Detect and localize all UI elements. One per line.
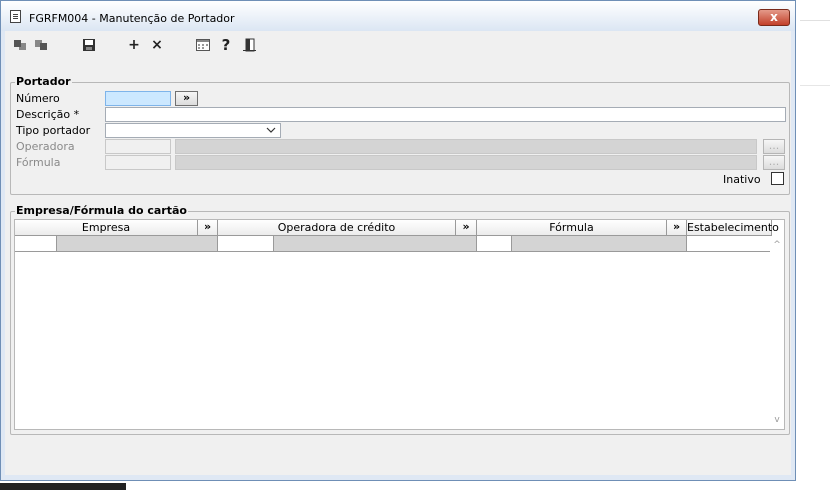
numero-label: Número [16, 92, 60, 105]
empresa-code-cell[interactable] [15, 236, 57, 252]
help-icon[interactable]: ? [218, 37, 234, 53]
first-record-icon[interactable] [12, 37, 28, 53]
close-button[interactable]: x [758, 9, 790, 26]
operadora-description-field [175, 139, 757, 154]
title-bar: FGRFM004 - Manutenção de Portador x [1, 1, 795, 31]
empresa-column-header[interactable]: Empresa [15, 220, 198, 236]
add-icon[interactable]: + [126, 37, 142, 53]
window-title: FGRFM004 - Manutenção de Portador [29, 12, 235, 25]
last-record-icon[interactable] [33, 37, 49, 53]
tipo-portador-select[interactable] [105, 123, 281, 138]
descricao-field[interactable] [105, 107, 786, 122]
numero-field[interactable] [105, 91, 171, 106]
main-window: FGRFM004 - Manutenção de Portador x + × … [0, 0, 796, 481]
operadora-column-header[interactable]: Operadora de crédito [218, 220, 456, 236]
taskbar-fragment [0, 483, 126, 490]
delete-icon[interactable]: × [149, 37, 165, 53]
operadora-code-field [105, 139, 171, 154]
descricao-label: Descrição * [16, 108, 80, 121]
document-icon [10, 10, 21, 23]
tipo-portador-label: Tipo portador [16, 124, 91, 137]
background-line [800, 85, 830, 86]
formula-code-field [105, 155, 171, 170]
formula-expand-button[interactable]: » [667, 220, 687, 236]
formula-name-cell [512, 236, 687, 252]
formula-description-field [175, 155, 757, 170]
scroll-down-icon[interactable]: v [773, 416, 781, 425]
operadora-name-cell [274, 236, 477, 252]
formula-label: Fórmula [16, 156, 61, 169]
scroll-up-icon[interactable]: ^ [773, 241, 781, 250]
exit-icon[interactable] [242, 37, 258, 53]
operadora-lookup-button: ... [763, 139, 785, 154]
inativo-checkbox[interactable] [771, 172, 784, 185]
toolbar: + × ? [5, 31, 791, 59]
background-line [800, 20, 830, 21]
empresa-formula-grid: Empresa » Operadora de crédito » Fórmula… [14, 219, 785, 430]
empresa-expand-button[interactable]: » [198, 220, 218, 236]
empresa-formula-legend: Empresa/Fórmula do cartão [15, 204, 188, 217]
estabelecimento-column-header[interactable]: Estabelecimento [687, 220, 779, 236]
formula-code-cell[interactable] [477, 236, 512, 252]
grid-vertical-scrollbar[interactable]: ^ v [770, 236, 784, 429]
chevron-down-icon [266, 124, 276, 139]
inativo-label: Inativo [723, 173, 761, 186]
numero-search-button[interactable]: » [175, 91, 198, 106]
operadora-label: Operadora [16, 140, 75, 153]
save-icon[interactable] [81, 37, 97, 53]
formula-column-header[interactable]: Fórmula [477, 220, 667, 236]
empresa-name-cell [57, 236, 218, 252]
portador-legend: Portador [15, 75, 72, 88]
client-area: + × ? Portador Número » Descrição * Tipo… [5, 31, 791, 475]
estabelecimento-cell[interactable] [687, 236, 772, 252]
calendar-icon[interactable] [195, 37, 211, 53]
operadora-expand-button[interactable]: » [456, 220, 477, 236]
formula-lookup-button: ... [763, 155, 785, 170]
operadora-code-cell[interactable] [218, 236, 274, 252]
